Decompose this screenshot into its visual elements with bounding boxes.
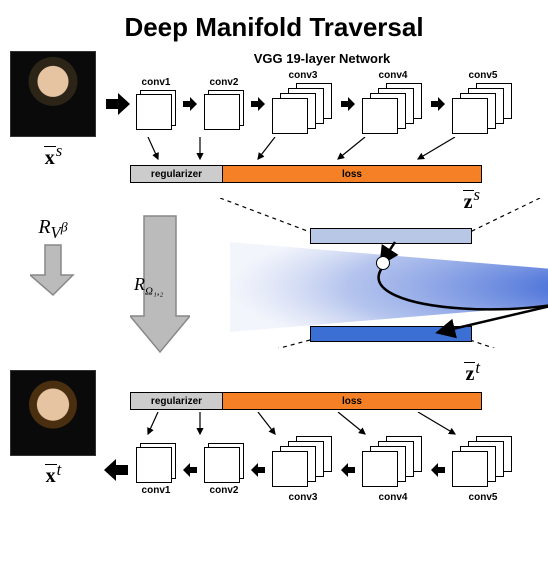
conv1-stack-icon bbox=[136, 90, 176, 130]
big-down-arrow-label: RΩ₁,₂ bbox=[134, 274, 163, 298]
conv5-label-top: conv5 bbox=[469, 70, 498, 81]
regularizer-segment-bottom: regularizer bbox=[131, 393, 223, 409]
forward-conv-row: conv1 conv2 conv3 conv4 conv5 bbox=[104, 70, 540, 137]
input-image-label: xs bbox=[44, 141, 62, 170]
arrow-right-icon bbox=[250, 96, 266, 112]
input-image-block: xs bbox=[8, 51, 98, 170]
arrow-left-icon bbox=[182, 462, 198, 478]
bottom-projection-lines-icon bbox=[130, 412, 530, 436]
conv3-stack-icon bbox=[272, 83, 334, 137]
input-photo bbox=[10, 51, 96, 137]
conv4-label-top: conv4 bbox=[379, 70, 408, 81]
arrow-right-icon bbox=[430, 96, 446, 112]
feature-bar-bottom: regularizer loss bbox=[130, 392, 482, 410]
output-image-label: xt bbox=[45, 460, 62, 489]
arrow-left-icon bbox=[340, 462, 356, 478]
side-arrow-label: RVβ bbox=[18, 216, 88, 243]
conv1-label-top: conv1 bbox=[142, 77, 171, 88]
regularizer-segment: regularizer bbox=[131, 166, 223, 182]
conv2-label-bottom: conv2 bbox=[210, 485, 239, 496]
feature-bar-top: regularizer loss bbox=[130, 165, 482, 183]
conv4-label-bottom: conv4 bbox=[379, 492, 408, 503]
conv2-stack-bottom-icon bbox=[204, 443, 244, 483]
manifold-source-dot-icon bbox=[376, 256, 390, 270]
arrow-right-icon bbox=[340, 96, 356, 112]
zt-label: zt bbox=[104, 358, 480, 387]
top-projection-lines-icon bbox=[130, 137, 530, 161]
conv1-stack-bottom-icon bbox=[136, 443, 176, 483]
conv4-stack-icon bbox=[362, 83, 424, 137]
page-title: Deep Manifold Traversal bbox=[8, 12, 540, 43]
photo-to-net-arrow-icon bbox=[104, 91, 130, 117]
conv2-stack-icon bbox=[204, 90, 244, 130]
conv3-label-bottom: conv3 bbox=[289, 492, 318, 503]
arrow-left-icon bbox=[430, 462, 446, 478]
conv5-stack-bottom-icon bbox=[452, 436, 514, 490]
manifold-area bbox=[190, 214, 540, 364]
traversal-curve-icon bbox=[190, 214, 548, 364]
conv4-stack-bottom-icon bbox=[362, 436, 424, 490]
conv3-stack-bottom-icon bbox=[272, 436, 334, 490]
network-subtitle: VGG 19-layer Network bbox=[104, 51, 540, 66]
output-image-block: xt bbox=[8, 370, 98, 489]
side-arrow-icon bbox=[30, 243, 76, 297]
side-arrow-block: RVβ bbox=[18, 216, 88, 302]
conv1-label-bottom: conv1 bbox=[142, 485, 171, 496]
big-down-arrow-block: RΩ₁,₂ bbox=[130, 214, 190, 364]
arrow-left-icon bbox=[250, 462, 266, 478]
conv2-label-top: conv2 bbox=[210, 77, 239, 88]
conv5-label-bottom: conv5 bbox=[469, 492, 498, 503]
conv3-label-top: conv3 bbox=[289, 70, 318, 81]
net-to-photo-arrow-icon bbox=[104, 457, 130, 483]
reverse-conv-row: conv1 conv2 conv3 conv4 conv5 bbox=[104, 436, 540, 503]
loss-segment-bottom: loss bbox=[223, 393, 481, 409]
arrow-right-icon bbox=[182, 96, 198, 112]
output-photo bbox=[10, 370, 96, 456]
loss-segment: loss bbox=[223, 166, 481, 182]
conv5-stack-icon bbox=[452, 83, 514, 137]
